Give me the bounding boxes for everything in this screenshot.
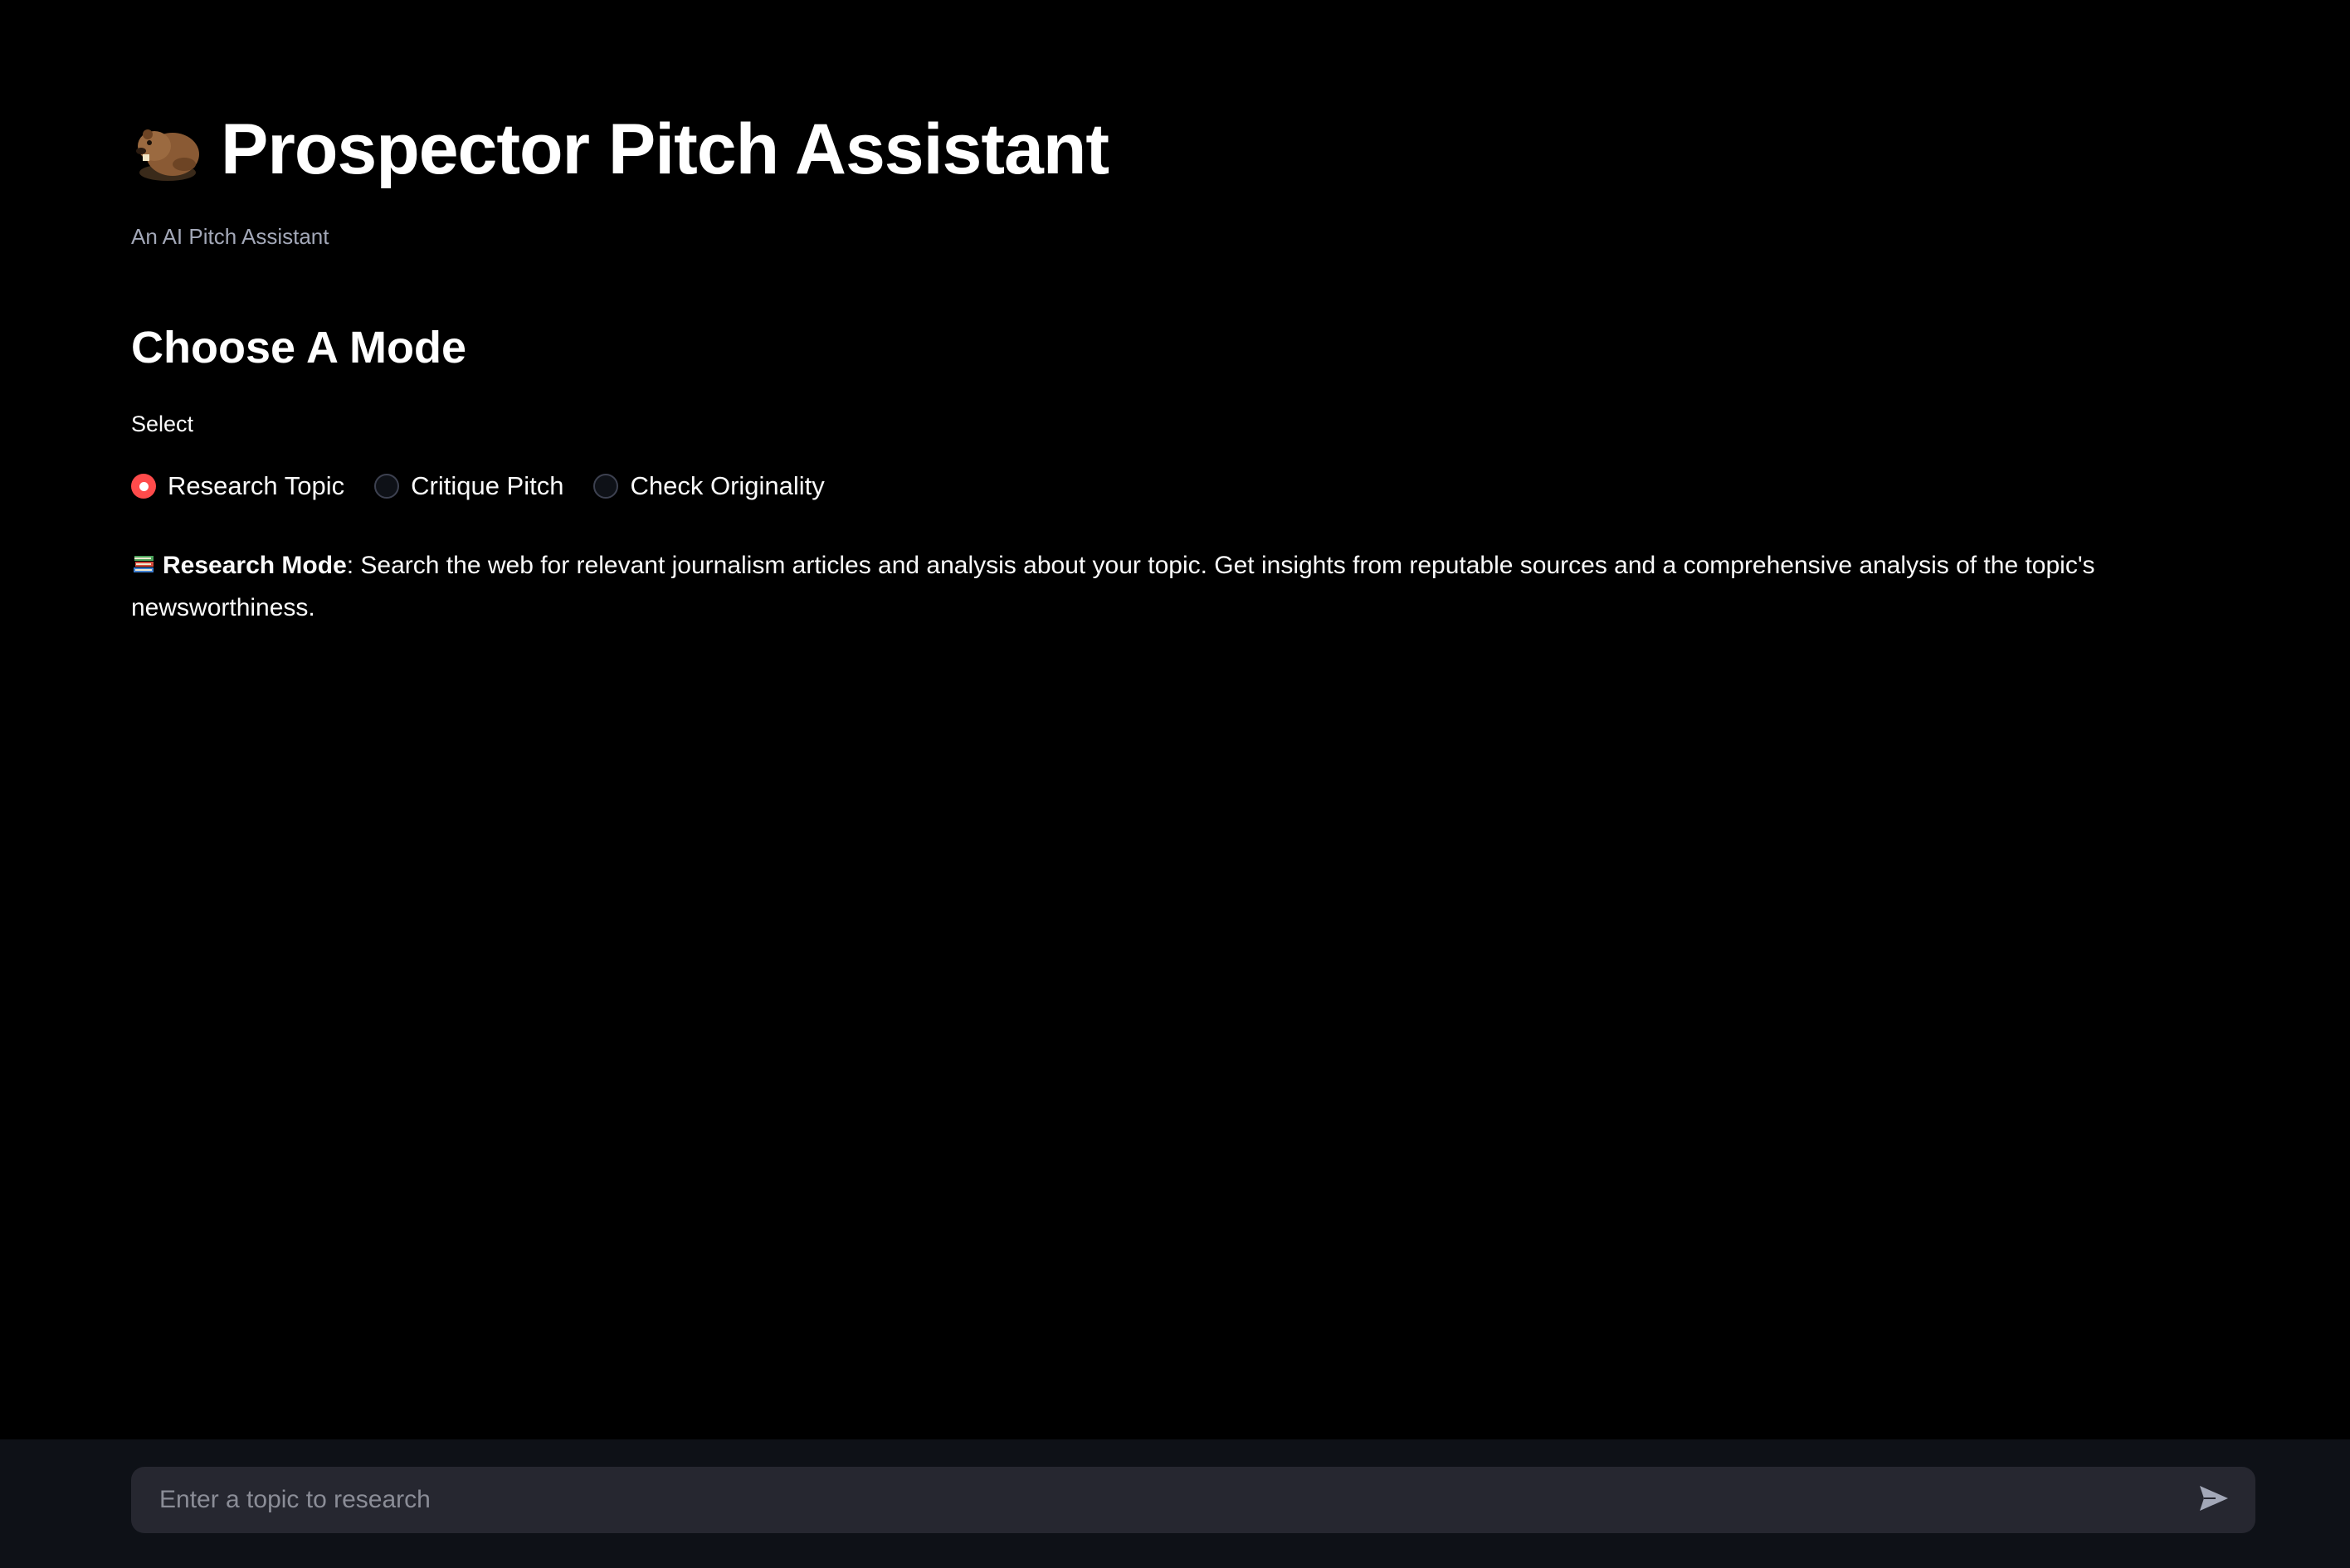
description-mode-name: Research Mode — [163, 552, 347, 579]
mode-description: Research Mode: Search the web for releva… — [131, 544, 2123, 629]
page-title: Prospector Pitch Assistant — [221, 109, 1109, 189]
title-row: Prospector Pitch Assistant — [131, 100, 1109, 199]
books-icon — [131, 547, 156, 572]
radio-option-label: Research Topic — [168, 471, 345, 500]
radio-check-originality[interactable]: Check Originality — [593, 471, 825, 501]
radio-option-label: Check Originality — [630, 471, 825, 500]
chat-input-container — [131, 1467, 2255, 1533]
mode-heading: Choose A Mode — [131, 323, 466, 373]
app-page: Prospector Pitch Assistant An AI Pitch A… — [0, 0, 2350, 1568]
description-text: : Search the web for relevant journalism… — [131, 552, 2095, 621]
radio-option-label: Critique Pitch — [411, 471, 564, 500]
mode-radio-group: Research Topic Critique Pitch Check Orig… — [131, 466, 825, 506]
page-subtitle: An AI Pitch Assistant — [131, 224, 329, 249]
beaver-icon — [131, 113, 204, 186]
radio-unchecked-icon[interactable] — [593, 474, 619, 499]
radio-unchecked-icon[interactable] — [374, 474, 400, 499]
mode-radio-label: Select — [131, 411, 194, 436]
radio-checked-icon[interactable] — [131, 474, 156, 499]
send-icon — [2197, 1482, 2231, 1519]
radio-critique-pitch[interactable]: Critique Pitch — [374, 471, 563, 501]
radio-research-topic[interactable]: Research Topic — [131, 471, 344, 501]
chat-input[interactable] — [131, 1467, 2181, 1533]
send-button[interactable] — [2181, 1467, 2247, 1533]
